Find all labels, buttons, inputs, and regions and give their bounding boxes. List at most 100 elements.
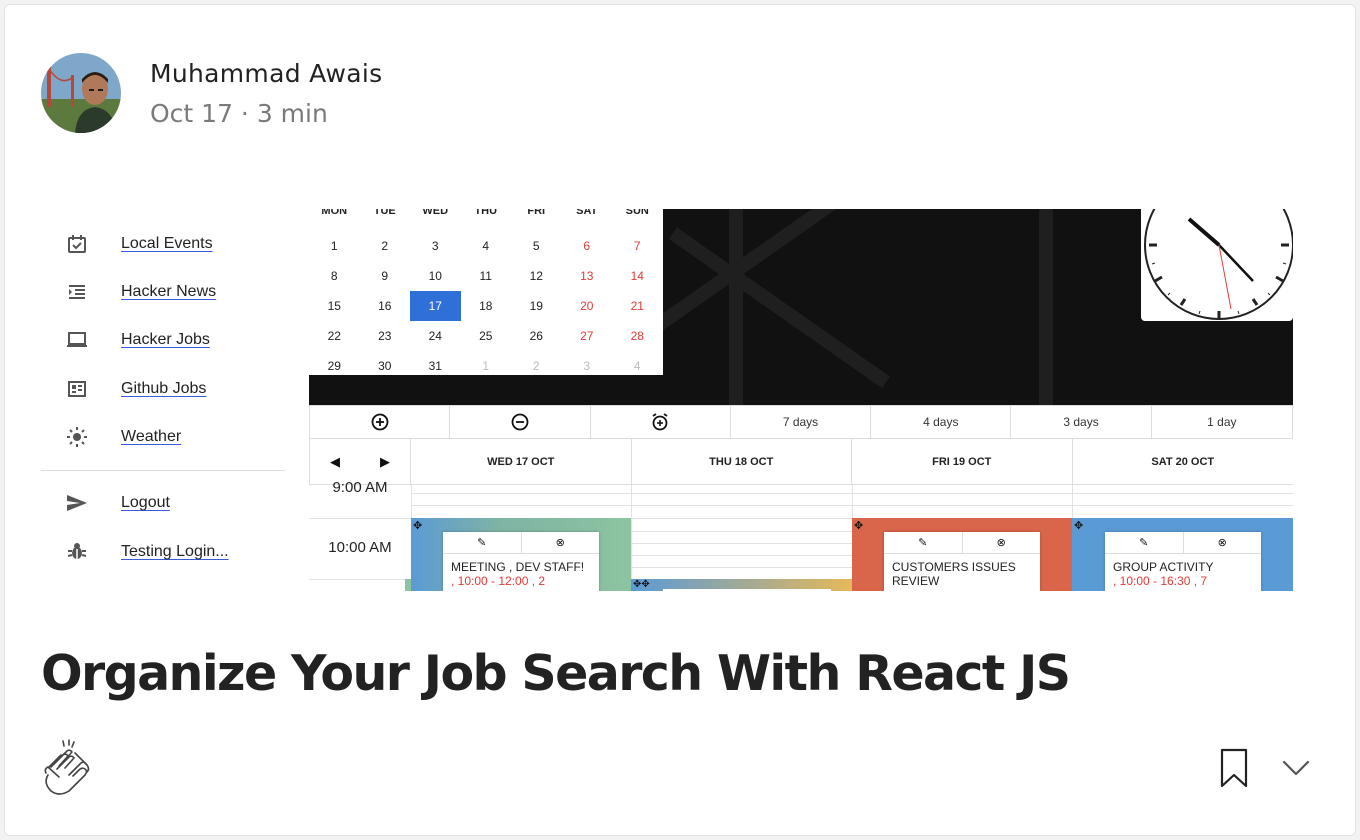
calendar-check-icon xyxy=(63,233,91,255)
calendar-day: 15 xyxy=(327,299,341,313)
weekday-label: SAT xyxy=(576,209,598,217)
close-icon: ⊗ xyxy=(555,537,565,549)
bg-stripe xyxy=(729,209,743,405)
calendar-day: 24 xyxy=(428,329,442,343)
calendar-day: 7 xyxy=(633,239,641,253)
zoom-in-button xyxy=(310,406,451,438)
calendar-day: 30 xyxy=(378,359,392,373)
calendar-days: 1 2 3 4 5 6 7 8 9 10 11 12 13 14 15 16 17 18 19 20 21 22 23 24 2… xyxy=(309,231,663,381)
clap-icon xyxy=(44,739,90,795)
grid-col-line xyxy=(631,485,632,591)
calendar-day: 14 xyxy=(630,269,644,283)
day-header: SAT 20 OCT xyxy=(1151,456,1215,468)
event-detail: , 10:00 - 16:30 , 7 xyxy=(1113,574,1208,588)
calendar-day: 2 xyxy=(532,359,540,373)
calendar-day: 1 xyxy=(330,239,338,253)
nav-item-local-events: Local Events xyxy=(63,231,213,257)
sun-icon xyxy=(63,426,91,448)
nav-item-testing-login: Testing Login... xyxy=(63,539,229,565)
analog-clock xyxy=(1141,209,1293,321)
zoom-out-button xyxy=(450,406,591,438)
calendar-day: 5 xyxy=(532,239,540,253)
dashboard-background: MON TUE WED THU FRI SAT SUN 1 2 3 4 5 6 7 8 9 10 1… xyxy=(309,209,1293,405)
calendar-day: 11 xyxy=(479,269,492,283)
author-name[interactable]: Muhammad Awais xyxy=(150,59,382,88)
time-grid: 9:00 AM 10:00 AM ✥ ✥✥ ✥ ✥ ✎ ⊗ MEETING , … xyxy=(309,479,1293,591)
nav-item-weather: Weather xyxy=(63,424,181,450)
article-preview-image[interactable]: Local Events Hacker News Hacker Jobs Git… xyxy=(41,209,1317,591)
drag-handle-icon: ✥ xyxy=(854,520,864,532)
nav-link-testing-login: Testing Login... xyxy=(121,543,229,560)
nav-link-github-jobs: Github Jobs xyxy=(121,380,207,397)
calendar-day: 4 xyxy=(633,359,641,373)
calendar-weekday-header: MON TUE WED THU FRI SAT SUN xyxy=(309,209,663,217)
bookmark-button[interactable] xyxy=(1219,747,1249,789)
read-time: 3 min xyxy=(256,99,328,128)
nav-item-github-jobs: Github Jobs xyxy=(63,376,206,402)
drag-handle-icon: ✥ xyxy=(413,520,423,532)
calendar-day: 9 xyxy=(381,269,389,283)
view-7-days: 7 days xyxy=(731,406,872,438)
more-options-button[interactable] xyxy=(1281,753,1311,783)
alarm-button xyxy=(591,406,731,438)
document-grid-icon xyxy=(63,378,91,400)
nav-link-logout: Logout xyxy=(121,494,170,511)
calendar-day: 23 xyxy=(378,329,392,343)
article-title[interactable]: Organize Your Job Search With React JS xyxy=(41,645,1071,702)
calendar-day: 31 xyxy=(428,359,442,373)
calendar-day: 25 xyxy=(479,329,493,343)
calendar-day: 21 xyxy=(630,299,644,313)
view-1-day: 1 day xyxy=(1207,415,1237,429)
calendar-day: 16 xyxy=(378,299,392,313)
event-title: GROUP ACTIVITY xyxy=(1113,560,1214,574)
time-label: 9:00 AM xyxy=(332,479,388,496)
author-avatar[interactable] xyxy=(41,53,121,133)
popup-actions: ✎ ⊗ xyxy=(1105,532,1261,554)
edit-icon: ✎ xyxy=(884,532,963,553)
prev-arrow-icon: ◀ xyxy=(330,454,340,469)
nav-link-local-events: Local Events xyxy=(121,235,213,252)
weekday-label: THU xyxy=(474,209,498,217)
event-popup-group: ✎ ⊗ GROUP ACTIVITY , 10:00 - 16:30 , 7 xyxy=(1105,532,1261,591)
calendar-day: 26 xyxy=(529,329,543,343)
nav-link-hacker-jobs: Hacker Jobs xyxy=(121,331,210,348)
clap-button[interactable] xyxy=(39,739,95,797)
post-meta: Oct 17 · 3 min xyxy=(150,99,328,128)
calendar-day: 28 xyxy=(630,329,644,343)
bg-stripe xyxy=(669,227,891,389)
weekday-label: WED xyxy=(422,209,449,217)
close-icon: ⊗ xyxy=(1217,537,1227,549)
minus-circle-icon xyxy=(511,413,529,431)
event-detail: , 10:00 - 12:00 , 2 xyxy=(451,574,546,588)
plus-circle-icon xyxy=(371,413,389,431)
calendar-day: 27 xyxy=(580,329,594,343)
sidebar-divider xyxy=(41,470,285,471)
nav-item-logout: Logout xyxy=(63,490,170,516)
calendar-day: 18 xyxy=(479,299,493,313)
article-card[interactable]: Muhammad Awais Oct 17 · 3 min Local Even… xyxy=(4,4,1356,836)
list-indent-icon xyxy=(63,281,91,303)
calendar-day: 12 xyxy=(529,269,543,283)
nav-link-hacker-news: Hacker News xyxy=(121,283,217,300)
view-3-days: 3 days xyxy=(1011,406,1152,438)
bg-stripe xyxy=(1039,209,1053,405)
calendar-day: 17 xyxy=(410,291,461,321)
weekday-label: MON xyxy=(321,209,348,217)
weekday-label: SUN xyxy=(625,209,649,217)
calendar-day: 1 xyxy=(482,359,490,373)
mini-calendar: MON TUE WED THU FRI SAT SUN 1 2 3 4 5 6 7 8 9 10 1… xyxy=(309,209,663,375)
calendar-toolbar: 7 days 4 days 3 days 1 day xyxy=(309,405,1293,439)
bookmark-icon xyxy=(1220,748,1248,788)
nav-item-hacker-jobs: Hacker Jobs xyxy=(63,327,210,353)
calendar-day: 6 xyxy=(583,239,591,253)
laptop-icon xyxy=(63,329,91,351)
event-popup-meeting: ✎ ⊗ MEETING , DEV STAFF! , 10:00 - 12:00… xyxy=(443,532,599,591)
meta-separator: · xyxy=(232,99,257,128)
weekday-label: TUE xyxy=(373,209,396,217)
calendar-day: 20 xyxy=(580,299,594,313)
calendar-day: 19 xyxy=(529,299,543,313)
day-header: FRI 19 OCT xyxy=(852,439,1073,485)
close-icon: ⊗ xyxy=(996,537,1006,549)
calendar-day: 8 xyxy=(330,269,338,283)
popup-actions: ✎ ⊗ xyxy=(884,532,1040,554)
